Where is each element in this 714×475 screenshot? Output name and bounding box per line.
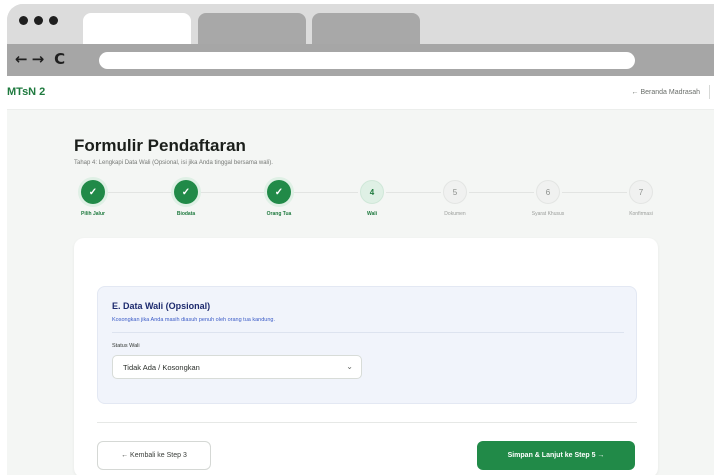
save-next-button[interactable]: Simpan & Lanjut ke Step 5 → <box>477 441 635 470</box>
step-number: 4 <box>360 180 384 204</box>
stepper: ✓ Pilih Jalur ✓ Biodata ✓ Orang Tua 4 Wali 5 Doku… <box>63 180 703 228</box>
reload-icon[interactable]: C <box>54 50 65 68</box>
maximize-window-dot[interactable] <box>49 16 58 25</box>
arrow-right-icon[interactable]: → <box>32 50 45 68</box>
guardian-section: E. Data Wali (Opsional) Kosongkan jika A… <box>97 286 637 404</box>
step-number: 5 <box>443 180 467 204</box>
minimize-window-dot[interactable] <box>34 16 43 25</box>
step-5: 5 Dokumen <box>425 180 485 217</box>
step-number: 7 <box>629 180 653 204</box>
step-number: 6 <box>536 180 560 204</box>
browser-tab-active[interactable] <box>83 13 191 44</box>
close-window-dot[interactable] <box>19 16 28 25</box>
step-label: Orang Tua <box>266 211 292 217</box>
address-bar[interactable] <box>99 52 635 69</box>
chevron-down-icon: ⌄ <box>346 362 353 371</box>
step-3: ✓ Orang Tua <box>249 180 309 217</box>
save-next-button-label: Simpan & Lanjut ke Step 5 → <box>507 452 605 459</box>
browser-nav: ← → C <box>15 50 65 68</box>
page-title: Formulir Pendaftaran <box>74 136 246 155</box>
step-label: Biodata <box>176 211 196 217</box>
step-label: Wali <box>366 211 378 217</box>
section-divider <box>112 332 624 333</box>
back-button[interactable]: ← Kembali ke Step 3 <box>97 441 211 470</box>
browser-tab-3[interactable] <box>312 13 420 44</box>
browser-tab-bar <box>7 4 714 44</box>
check-icon: ✓ <box>267 180 291 204</box>
status-wali-select[interactable]: Tidak Ada / Kosongkan ⌄ <box>112 355 362 379</box>
browser-window: ← → C MTsN 2 ← Beranda Madrasah Formulir… <box>7 4 714 475</box>
step-label: Syarat Khusus <box>531 211 565 217</box>
step-7: 7 Konfirmasi <box>611 180 671 217</box>
arrow-left-icon[interactable]: ← <box>15 50 28 68</box>
card-divider <box>97 422 637 423</box>
home-link[interactable]: ← Beranda Madrasah <box>632 89 700 96</box>
step-1: ✓ Pilih Jalur <box>63 180 123 217</box>
back-button-label: ← Kembali ke Step 3 <box>121 452 187 459</box>
section-title: E. Data Wali (Opsional) <box>112 301 211 311</box>
web-page: MTsN 2 ← Beranda Madrasah Formulir Penda… <box>7 76 714 475</box>
check-icon: ✓ <box>81 180 105 204</box>
status-wali-label: Status Wali <box>112 343 140 349</box>
window-controls <box>19 16 58 25</box>
step-label: Konfirmasi <box>629 211 653 217</box>
site-brand[interactable]: MTsN 2 <box>7 86 45 98</box>
step-2: ✓ Biodata <box>156 180 216 217</box>
form-card: E. Data Wali (Opsional) Kosongkan jika A… <box>74 238 658 475</box>
browser-tab-2[interactable] <box>198 13 306 44</box>
check-icon: ✓ <box>174 180 198 204</box>
header-divider <box>709 85 710 99</box>
site-header: MTsN 2 ← Beranda Madrasah <box>7 76 714 110</box>
status-wali-value: Tidak Ada / Kosongkan <box>123 363 200 372</box>
step-6: 6 Syarat Khusus <box>518 180 578 217</box>
step-label: Pilih Jalur <box>81 211 105 217</box>
browser-toolbar: ← → C <box>7 44 714 76</box>
section-description: Kosongkan jika Anda masih diasuh penuh o… <box>112 317 275 323</box>
page-subtitle: Tahap 4: Lengkapi Data Wali (Opsional, i… <box>74 160 273 166</box>
step-label: Dokumen <box>444 211 466 217</box>
step-4: 4 Wali <box>342 180 402 217</box>
